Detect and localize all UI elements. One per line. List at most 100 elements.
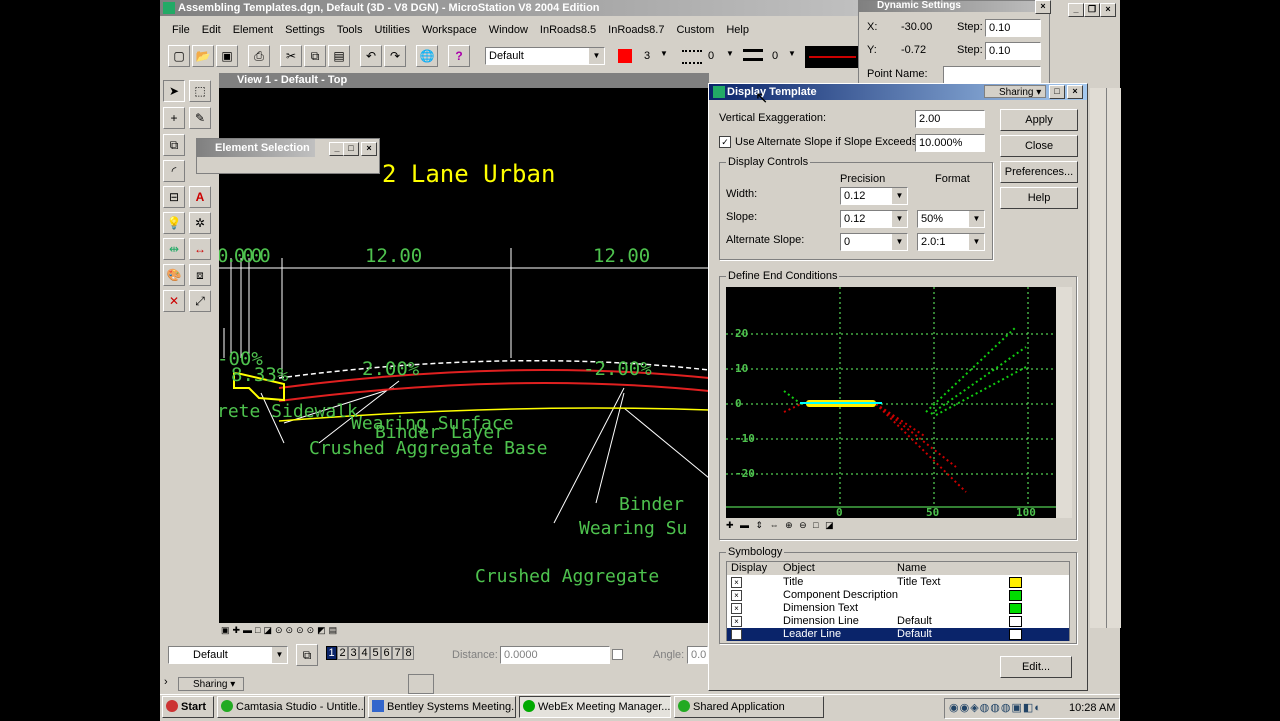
menu-inroads85[interactable]: InRoads8.5	[534, 21, 602, 39]
symbology-row[interactable]: × Dimension Text	[727, 602, 1069, 615]
style-dropdown-icon[interactable]: ▼	[726, 49, 734, 58]
minimize-icon[interactable]: _	[1068, 3, 1084, 17]
menu-tools[interactable]: Tools	[331, 21, 369, 39]
view-attributes-icon[interactable]: ⧉	[296, 644, 318, 666]
paste-icon[interactable]: ▤	[328, 45, 350, 67]
taskbar-bentley[interactable]: Bentley Systems Meeting...	[368, 696, 516, 718]
redo-icon[interactable]: ↷	[384, 45, 406, 67]
view-1-button[interactable]: 1	[326, 646, 337, 660]
display-column-header[interactable]: Display	[731, 562, 767, 575]
status-level-combo[interactable]: Default ▼	[168, 646, 288, 664]
vertical-scrollbar[interactable]	[1106, 88, 1121, 628]
measure-icon[interactable]: ✎	[189, 107, 211, 129]
view-3-button[interactable]: 3	[348, 646, 359, 660]
start-button[interactable]: Start	[162, 696, 214, 718]
close-icon[interactable]: ×	[1035, 0, 1051, 14]
alternate-slope-input[interactable]: 10.000%	[915, 134, 985, 152]
palette-icon[interactable]: 🎨	[163, 264, 185, 286]
color-dropdown-icon[interactable]: ▼	[660, 49, 668, 58]
view-6-button[interactable]: 6	[381, 646, 392, 660]
vertical-exaggeration-input[interactable]: 2.00	[915, 110, 985, 128]
sharing-menu[interactable]: Sharing ▾	[984, 85, 1046, 98]
crosshair-icon[interactable]: +	[163, 107, 185, 129]
display-checkbox[interactable]: ×	[731, 629, 742, 640]
alternate-format-select[interactable]: 2.0:1 ▼	[917, 233, 985, 251]
display-checkbox[interactable]: ×	[731, 616, 742, 627]
color-swatch[interactable]	[1009, 629, 1022, 640]
group-icon[interactable]: ⧈	[189, 264, 211, 286]
undo-icon[interactable]: ↶	[360, 45, 382, 67]
menu-utilities[interactable]: Utilities	[369, 21, 416, 39]
open-file-icon[interactable]: 📂	[192, 45, 214, 67]
print-icon[interactable]: ⎙	[248, 45, 270, 67]
delete-icon[interactable]: ✕	[163, 290, 185, 312]
alternate-slope-checkbox[interactable]: ✓	[719, 136, 731, 148]
snap-icon[interactable]: ✲	[189, 212, 211, 234]
slope-precision-select[interactable]: 0.12 ▼	[840, 210, 908, 228]
view-controls-bar[interactable]: ▣✚▬□◪⊙⊙⊙⊙◩▤	[219, 623, 709, 637]
symbology-list[interactable]: Display Object Name × Title Title Text ×…	[726, 561, 1070, 641]
display-checkbox[interactable]: ×	[731, 590, 742, 601]
end-conditions-plot[interactable]: 20 10 0 -10 -20 0 50 100	[726, 287, 1056, 519]
scale-icon[interactable]: ⤢	[189, 290, 211, 312]
restore-icon[interactable]: ❐	[1084, 3, 1100, 17]
menu-help[interactable]: Help	[720, 21, 755, 39]
menu-file[interactable]: File	[166, 21, 196, 39]
name-column-header[interactable]: Name	[897, 562, 926, 575]
close-icon[interactable]: ×	[1067, 85, 1083, 99]
step-x-input[interactable]: 0.10	[985, 19, 1041, 37]
preferences-button[interactable]: Preferences...	[1000, 161, 1078, 183]
text-tool-icon[interactable]: A	[189, 186, 211, 208]
color-swatch[interactable]	[1009, 577, 1022, 588]
symbology-row[interactable]: × Dimension Line Default	[727, 615, 1069, 628]
close-button[interactable]: Close	[1000, 135, 1078, 157]
symbology-row[interactable]: × Title Title Text	[727, 576, 1069, 589]
arc-icon[interactable]: ◜	[163, 160, 185, 182]
slope-format-select[interactable]: 50% ▼	[917, 210, 985, 228]
dimension-size-icon[interactable]: ↔	[189, 238, 211, 260]
menu-edit[interactable]: Edit	[196, 21, 227, 39]
cut-icon[interactable]: ✂	[280, 45, 302, 67]
close-icon[interactable]: ×	[1100, 3, 1116, 17]
distance-input[interactable]: 0.0000	[500, 646, 610, 664]
distance-lock-checkbox[interactable]	[612, 649, 623, 660]
menu-settings[interactable]: Settings	[279, 21, 331, 39]
menu-workspace[interactable]: Workspace	[416, 21, 483, 39]
menu-inroads87[interactable]: InRoads8.7	[602, 21, 670, 39]
help-button[interactable]: Help	[1000, 187, 1078, 209]
alternate-precision-select[interactable]: 0 ▼	[840, 233, 908, 251]
menu-custom[interactable]: Custom	[670, 21, 720, 39]
angle-input[interactable]: 0.0	[687, 646, 708, 664]
copy-element-icon[interactable]: ⧉	[163, 134, 185, 156]
line-style-icon[interactable]	[682, 50, 702, 64]
help-icon[interactable]: ?	[448, 45, 470, 67]
taskbar-camtasia[interactable]: Camtasia Studio - Untitle...	[217, 696, 365, 718]
bulb-icon[interactable]: 💡	[163, 212, 185, 234]
copy-icon[interactable]: ⧉	[304, 45, 326, 67]
edit-button[interactable]: Edit...	[1000, 656, 1072, 678]
dimension-icon[interactable]: ⊟	[163, 186, 185, 208]
display-checkbox[interactable]: ×	[731, 577, 742, 588]
fence-icon[interactable]: ⬚	[189, 80, 211, 102]
right-scrollbar[interactable]	[1090, 88, 1106, 628]
object-column-header[interactable]: Object	[783, 562, 815, 575]
globe-icon[interactable]: 🌐	[416, 45, 438, 67]
select-arrow-icon[interactable]: ➤	[163, 80, 185, 102]
taskbar-webex[interactable]: WebEx Meeting Manager...	[519, 696, 671, 718]
view-8-button[interactable]: 8	[403, 646, 414, 660]
close-icon[interactable]: ×	[361, 142, 377, 156]
new-file-icon[interactable]: ▢	[168, 45, 190, 67]
color-swatch[interactable]	[1009, 603, 1022, 614]
width-precision-select[interactable]: 0.12 ▼	[840, 187, 908, 205]
view-7-button[interactable]: 7	[392, 646, 403, 660]
symbology-row[interactable]: × Component Description	[727, 589, 1069, 602]
plot-vertical-scrollbar[interactable]	[1056, 287, 1072, 518]
symbology-row-selected[interactable]: × Leader Line Default	[727, 628, 1069, 641]
view-4-button[interactable]: 4	[359, 646, 370, 660]
view-5-button[interactable]: 5	[370, 646, 381, 660]
weight-dropdown-icon[interactable]: ▼	[788, 49, 796, 58]
color-swatch[interactable]	[1009, 616, 1022, 627]
cell-icon[interactable]: ⇹	[163, 238, 185, 260]
apply-button[interactable]: Apply	[1000, 109, 1078, 131]
sharing-status-menu[interactable]: Sharing ▾	[178, 677, 244, 691]
